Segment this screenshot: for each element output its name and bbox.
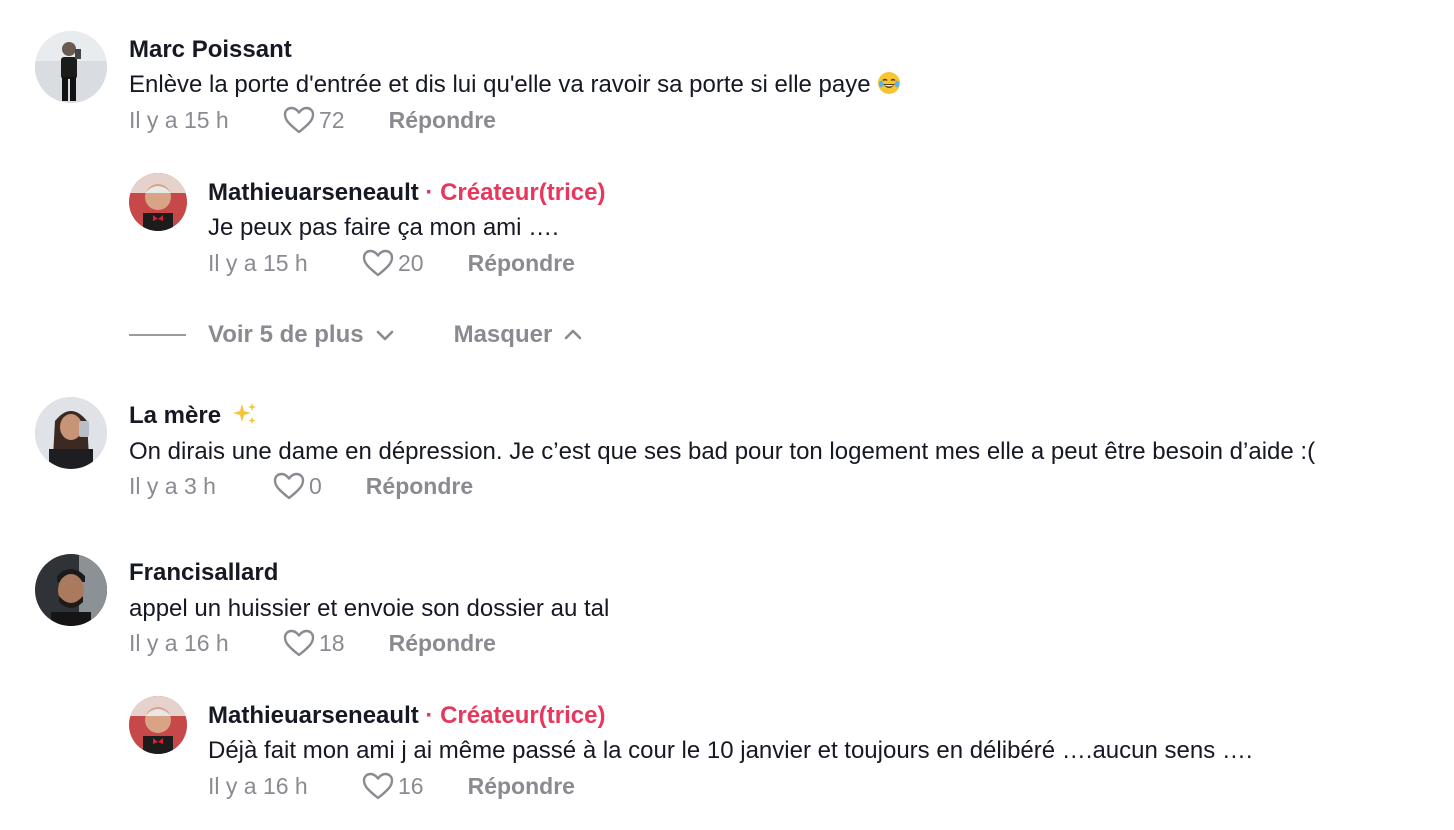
- heart-icon: [283, 629, 315, 657]
- comment-meta: Il y a 3 h 0 Répondre: [129, 472, 473, 500]
- like-button[interactable]: 16: [362, 772, 424, 800]
- avatar[interactable]: [129, 173, 187, 231]
- reply-button[interactable]: Répondre: [366, 473, 473, 500]
- creator-badge: · Créateur(trice): [425, 179, 606, 206]
- timestamp: Il y a 16 h: [208, 772, 308, 799]
- comment-meta: Il y a 16 h 16 Répondre: [208, 772, 575, 800]
- timestamp: Il y a 15 h: [129, 106, 229, 133]
- creator-badge: · Créateur(trice): [425, 702, 606, 729]
- timestamp: Il y a 16 h: [129, 629, 229, 656]
- heart-icon: [362, 249, 394, 277]
- like-button[interactable]: 18: [283, 629, 345, 657]
- avatar[interactable]: [129, 696, 187, 754]
- sparkles-icon: [232, 402, 258, 426]
- author-name[interactable]: Marc Poissant: [129, 36, 292, 64]
- reply-button[interactable]: Répondre: [389, 630, 496, 657]
- comment-meta: Il y a 15 h 72 Répondre: [129, 106, 496, 134]
- reply-button[interactable]: Répondre: [468, 250, 575, 277]
- heart-icon: [362, 772, 394, 800]
- chevron-down-icon: [376, 330, 393, 341]
- like-button[interactable]: 20: [362, 249, 424, 277]
- timestamp: Il y a 3 h: [129, 472, 216, 499]
- author-name[interactable]: Mathieuarseneault · Créateur(trice): [208, 179, 605, 207]
- heart-icon: [283, 106, 315, 134]
- author-name[interactable]: La mère: [129, 402, 258, 430]
- like-count: 20: [398, 249, 424, 276]
- avatar[interactable]: [35, 554, 107, 626]
- comment-text: Enlève la porte d'entrée et dis lui qu'e…: [129, 71, 901, 99]
- hide-button[interactable]: Masquer: [454, 321, 585, 349]
- comment-text: appel un huissier et envoie son dossier …: [129, 595, 610, 622]
- like-count: 18: [319, 629, 345, 656]
- like-count: 0: [309, 472, 322, 499]
- thread-controls: Voir 5 de plus Masquer: [129, 321, 584, 349]
- comment-text: Je peux pas faire ça mon ami ….: [208, 214, 559, 241]
- like-button[interactable]: 0: [273, 472, 322, 500]
- avatar[interactable]: [35, 31, 107, 103]
- like-button[interactable]: 72: [283, 106, 345, 134]
- chevron-up-icon: [564, 329, 582, 340]
- timestamp: Il y a 15 h: [208, 249, 308, 276]
- avatar[interactable]: [35, 397, 107, 469]
- comment-text: On dirais une dame en dépression. Je c’e…: [129, 438, 1316, 465]
- comment-meta: Il y a 16 h 18 Répondre: [129, 629, 496, 657]
- comment-text: Déjà fait mon ami j ai même passé à la c…: [208, 737, 1253, 764]
- author-name[interactable]: Mathieuarseneault · Créateur(trice): [208, 702, 605, 730]
- author-name[interactable]: Francisallard: [129, 559, 278, 587]
- divider-line: [129, 334, 186, 336]
- heart-icon: [273, 472, 305, 500]
- reply-button[interactable]: Répondre: [468, 773, 575, 800]
- like-count: 16: [398, 772, 424, 799]
- tears-of-joy-emoji-icon: [877, 71, 901, 95]
- like-count: 72: [319, 106, 345, 133]
- comment-meta: Il y a 15 h 20 Répondre: [208, 249, 575, 277]
- reply-button[interactable]: Répondre: [389, 107, 496, 134]
- view-more-button[interactable]: Voir 5 de plus: [208, 321, 396, 349]
